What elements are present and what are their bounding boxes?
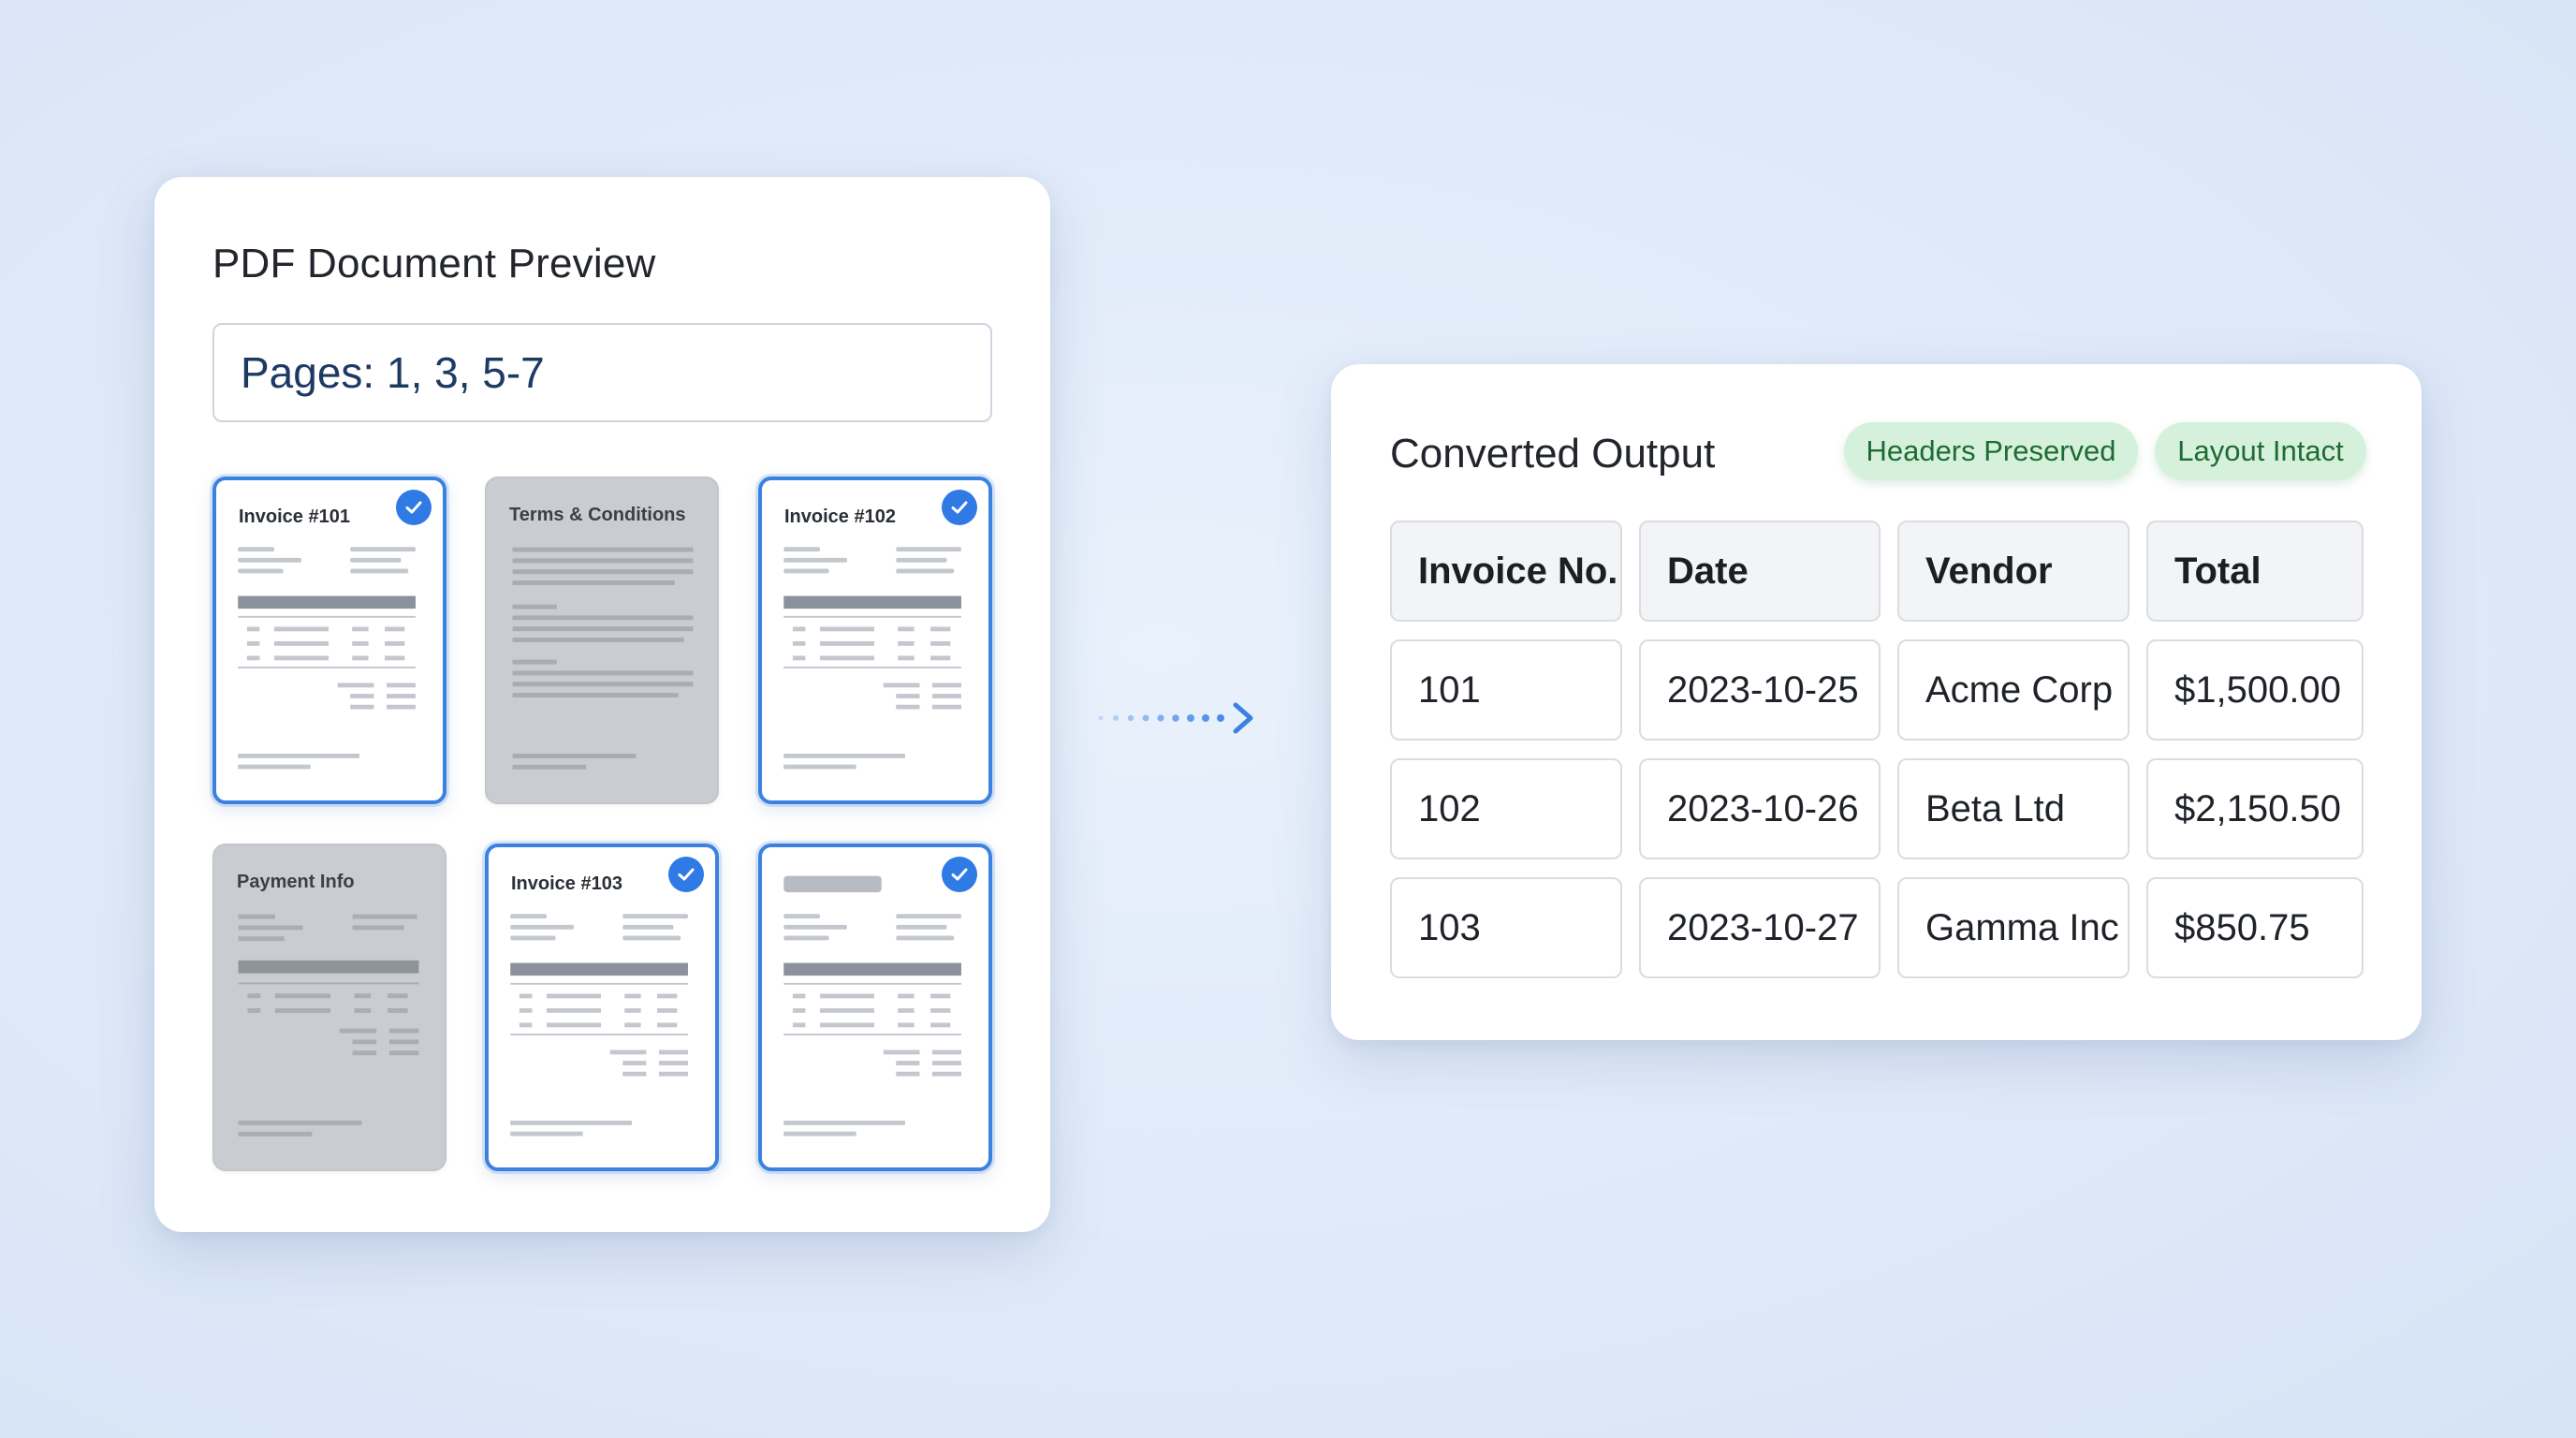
dotted-arrow-icon	[1098, 702, 1253, 734]
invoice-lines-graphic	[510, 914, 688, 1137]
invoice-lines-graphic	[238, 547, 416, 770]
table-cell: 2023-10-26	[1639, 758, 1881, 859]
table-cell: $850.75	[2146, 877, 2364, 978]
page-title-label: Payment Info	[237, 872, 355, 892]
checkmark-icon[interactable]	[942, 490, 977, 525]
table-cell: Acme Corp	[1897, 639, 2130, 741]
table-cell: Beta Ltd	[1897, 758, 2130, 859]
page-thumbnail-terms[interactable]: Terms & Conditions	[485, 477, 719, 804]
headers-preserved-badge: Headers Preserved	[1844, 422, 2138, 480]
table-cell: Gamma Inc	[1897, 877, 2130, 978]
checkmark-icon[interactable]	[942, 857, 977, 892]
page-title-label: Invoice #102	[784, 506, 896, 527]
column-header-total: Total	[2146, 521, 2364, 622]
page-title-label: Invoice #103	[511, 873, 622, 894]
page-title-label: Terms & Conditions	[509, 505, 686, 525]
page-thumbnail-untitled[interactable]	[758, 844, 992, 1171]
column-header-date: Date	[1639, 521, 1881, 622]
column-header-vendor: Vendor	[1897, 521, 2130, 622]
invoice-lines-graphic	[783, 875, 961, 1137]
page-thumbnail-payment-info[interactable]: Payment Info	[212, 844, 446, 1171]
invoice-lines-graphic	[783, 547, 961, 770]
pdf-preview-panel: PDF Document Preview Pages: 1, 3, 5-7 In…	[154, 177, 1050, 1232]
column-header-invoice-no: Invoice No.	[1390, 521, 1622, 622]
table-cell: 102	[1390, 758, 1622, 859]
invoice-lines-graphic	[238, 914, 419, 1137]
table-cell: 2023-10-27	[1639, 877, 1881, 978]
page-thumbnail-invoice-103[interactable]: Invoice #103	[485, 844, 719, 1171]
layout-intact-badge: Layout Intact	[2155, 422, 2366, 480]
page-thumbnail-grid: Invoice #101 Terms & Conditions Invoice …	[212, 477, 992, 1171]
converted-output-panel: Converted Output Headers Preserved Layou…	[1331, 364, 2422, 1040]
output-title: Converted Output	[1390, 431, 1716, 477]
table-cell: $2,150.50	[2146, 758, 2364, 859]
table-cell: 101	[1390, 639, 1622, 741]
table-cell: 2023-10-25	[1639, 639, 1881, 741]
page-thumbnail-invoice-102[interactable]: Invoice #102	[758, 477, 992, 804]
page-thumbnail-invoice-101[interactable]: Invoice #101	[212, 477, 446, 804]
preview-title: PDF Document Preview	[212, 241, 656, 286]
page-range-input[interactable]	[212, 323, 992, 422]
checkmark-icon[interactable]	[668, 857, 704, 892]
table-cell: $1,500.00	[2146, 639, 2364, 741]
checkmark-icon[interactable]	[396, 490, 432, 525]
text-lines-graphic	[512, 547, 694, 770]
table-cell: 103	[1390, 877, 1622, 978]
page-title-label: Invoice #101	[239, 506, 350, 527]
